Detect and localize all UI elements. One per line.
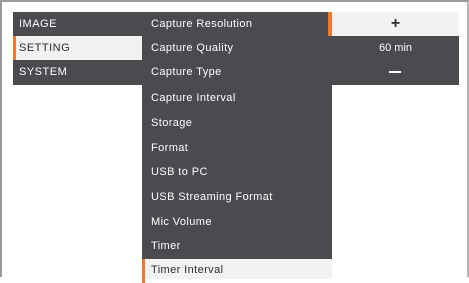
submenu-item-label: Storage [151,117,193,129]
submenu-item-label: Capture Quality [151,42,234,54]
submenu-item-capture-type[interactable]: Capture Type [142,60,332,84]
submenu-item-label: USB to PC [151,166,208,178]
submenu-item-timer[interactable]: Timer [142,234,332,258]
setting-submenu: Capture Resolution Capture Quality Captu… [142,12,332,283]
submenu-item-label: Capture Type [151,66,222,78]
menu-item-label: SYSTEM [19,66,68,78]
osd-window: IMAGE SETTING SYSTEM Capture Resolution … [0,0,469,283]
current-value: 60 min [378,42,413,54]
menu-item-label: IMAGE [19,18,57,30]
submenu-item-capture-interval[interactable]: Capture Interval [142,86,332,110]
submenu-item-label: Capture Resolution [151,18,253,30]
submenu-item-label: Format [151,142,189,154]
submenu-item-format[interactable]: Format [142,136,332,160]
submenu-item-label: Mic Volume [151,216,212,228]
value-display: 60 min [332,36,459,60]
increase-button[interactable]: + [332,12,459,36]
submenu-item-label: Capture Interval [151,92,236,104]
submenu-item-usb-streaming-format[interactable]: USB Streaming Format [142,185,332,209]
menu-item-label: SETTING [19,42,71,54]
submenu-item-label: Timer [151,240,181,252]
plus-icon: + [390,15,401,32]
left-menu: IMAGE SETTING SYSTEM [13,12,142,85]
submenu-item-storage[interactable]: Storage [142,111,332,135]
menu-item-setting[interactable]: SETTING [13,36,142,60]
submenu-item-label: USB Streaming Format [151,191,273,203]
submenu-item-timer-interval[interactable]: Timer Interval [142,259,332,283]
submenu-item-label: Timer Interval [151,264,224,276]
submenu-item-capture-resolution[interactable]: Capture Resolution [142,12,332,36]
value-panel: + 60 min − [332,12,459,85]
submenu-item-usb-to-pc[interactable]: USB to PC [142,160,332,184]
menu-item-image[interactable]: IMAGE [13,12,142,36]
decrease-button[interactable]: − [332,60,459,84]
menu-item-system[interactable]: SYSTEM [13,60,142,84]
submenu-item-mic-volume[interactable]: Mic Volume [142,210,332,234]
submenu-item-capture-quality[interactable]: Capture Quality [142,36,332,60]
minus-icon [389,71,401,73]
